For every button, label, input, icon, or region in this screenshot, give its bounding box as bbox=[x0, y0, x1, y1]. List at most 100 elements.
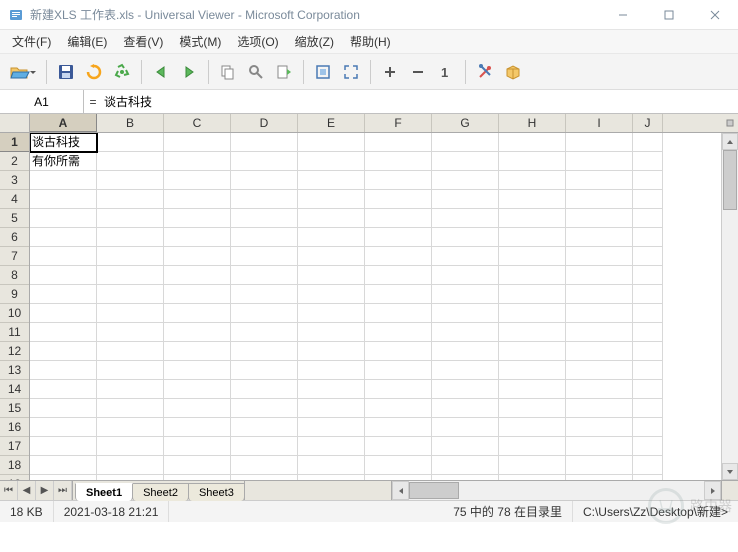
column-header[interactable]: C bbox=[164, 114, 231, 132]
hscroll-thumb[interactable] bbox=[409, 482, 459, 499]
cell[interactable] bbox=[365, 133, 432, 152]
cell[interactable] bbox=[30, 323, 97, 342]
cell[interactable] bbox=[164, 209, 231, 228]
cell[interactable] bbox=[432, 304, 499, 323]
cell[interactable] bbox=[298, 380, 365, 399]
row-header[interactable]: 16 bbox=[0, 418, 29, 437]
settings-button[interactable] bbox=[472, 59, 498, 85]
cell[interactable] bbox=[298, 437, 365, 456]
cell[interactable] bbox=[97, 285, 164, 304]
cell[interactable] bbox=[432, 437, 499, 456]
cell[interactable] bbox=[30, 190, 97, 209]
cell[interactable] bbox=[633, 456, 663, 475]
cell[interactable] bbox=[164, 418, 231, 437]
cell[interactable] bbox=[97, 323, 164, 342]
cell[interactable] bbox=[298, 361, 365, 380]
save-button[interactable] bbox=[53, 59, 79, 85]
row-header[interactable]: 13 bbox=[0, 361, 29, 380]
cell[interactable] bbox=[30, 209, 97, 228]
cell[interactable] bbox=[30, 247, 97, 266]
cell[interactable] bbox=[30, 380, 97, 399]
column-header[interactable]: D bbox=[231, 114, 298, 132]
cell[interactable] bbox=[97, 418, 164, 437]
cell[interactable] bbox=[499, 304, 566, 323]
cell[interactable] bbox=[633, 152, 663, 171]
cell[interactable] bbox=[365, 209, 432, 228]
cell[interactable] bbox=[432, 152, 499, 171]
row-header[interactable]: 14 bbox=[0, 380, 29, 399]
cell[interactable] bbox=[97, 437, 164, 456]
cell[interactable] bbox=[566, 209, 633, 228]
cell[interactable] bbox=[633, 304, 663, 323]
cell-a1[interactable]: 谈古科技 bbox=[30, 133, 97, 152]
cell[interactable] bbox=[231, 171, 298, 190]
cell[interactable] bbox=[499, 285, 566, 304]
cell[interactable] bbox=[566, 437, 633, 456]
cell-reference-box[interactable]: A1 bbox=[0, 90, 84, 113]
cell[interactable] bbox=[432, 285, 499, 304]
cell[interactable] bbox=[566, 190, 633, 209]
cell[interactable] bbox=[164, 152, 231, 171]
cell[interactable] bbox=[30, 399, 97, 418]
cell[interactable] bbox=[365, 228, 432, 247]
cell[interactable] bbox=[231, 304, 298, 323]
cell[interactable] bbox=[499, 475, 566, 480]
cell[interactable] bbox=[231, 133, 298, 152]
cell[interactable] bbox=[231, 266, 298, 285]
cell[interactable] bbox=[432, 342, 499, 361]
cell[interactable] bbox=[231, 456, 298, 475]
cell[interactable] bbox=[499, 418, 566, 437]
cell[interactable] bbox=[499, 171, 566, 190]
close-button[interactable] bbox=[692, 0, 738, 30]
cell[interactable] bbox=[164, 399, 231, 418]
cell[interactable] bbox=[365, 342, 432, 361]
column-header[interactable]: B bbox=[97, 114, 164, 132]
cell[interactable] bbox=[298, 266, 365, 285]
cell[interactable] bbox=[298, 342, 365, 361]
cell[interactable] bbox=[164, 228, 231, 247]
scroll-down-button[interactable] bbox=[722, 463, 738, 480]
cell[interactable] bbox=[432, 456, 499, 475]
minimize-button[interactable] bbox=[600, 0, 646, 30]
cell[interactable] bbox=[30, 475, 97, 480]
cell[interactable] bbox=[499, 456, 566, 475]
cell[interactable] bbox=[298, 456, 365, 475]
cell[interactable] bbox=[432, 209, 499, 228]
column-header[interactable]: J bbox=[633, 114, 663, 132]
cell[interactable] bbox=[231, 152, 298, 171]
cell[interactable] bbox=[298, 247, 365, 266]
cell[interactable] bbox=[365, 152, 432, 171]
cell[interactable] bbox=[365, 418, 432, 437]
export-button[interactable] bbox=[271, 59, 297, 85]
hscroll-track[interactable] bbox=[409, 481, 704, 500]
cell[interactable] bbox=[97, 228, 164, 247]
cell[interactable] bbox=[633, 361, 663, 380]
fit-window-button[interactable] bbox=[310, 59, 336, 85]
menu-edit[interactable]: 编辑(E) bbox=[61, 31, 113, 52]
cell[interactable] bbox=[365, 399, 432, 418]
cell[interactable] bbox=[566, 304, 633, 323]
cell[interactable] bbox=[365, 190, 432, 209]
cell[interactable] bbox=[30, 342, 97, 361]
cell[interactable] bbox=[499, 228, 566, 247]
row-header[interactable]: 15 bbox=[0, 399, 29, 418]
cell[interactable] bbox=[432, 361, 499, 380]
cell[interactable] bbox=[298, 323, 365, 342]
menu-options[interactable]: 选项(O) bbox=[231, 31, 284, 52]
scroll-track[interactable] bbox=[722, 150, 738, 463]
cell[interactable] bbox=[97, 133, 164, 152]
cell[interactable] bbox=[231, 399, 298, 418]
cell[interactable] bbox=[164, 342, 231, 361]
sheet-tab-1[interactable]: Sheet1 bbox=[75, 483, 133, 501]
cell[interactable] bbox=[566, 342, 633, 361]
recycle-button[interactable] bbox=[109, 59, 135, 85]
cell[interactable] bbox=[231, 190, 298, 209]
row-header[interactable]: 18 bbox=[0, 456, 29, 475]
row-header[interactable]: 11 bbox=[0, 323, 29, 342]
cell[interactable] bbox=[164, 437, 231, 456]
cell[interactable] bbox=[633, 285, 663, 304]
cell[interactable] bbox=[633, 399, 663, 418]
horizontal-scrollbar[interactable] bbox=[391, 481, 721, 500]
cell[interactable] bbox=[298, 418, 365, 437]
cell[interactable] bbox=[30, 456, 97, 475]
